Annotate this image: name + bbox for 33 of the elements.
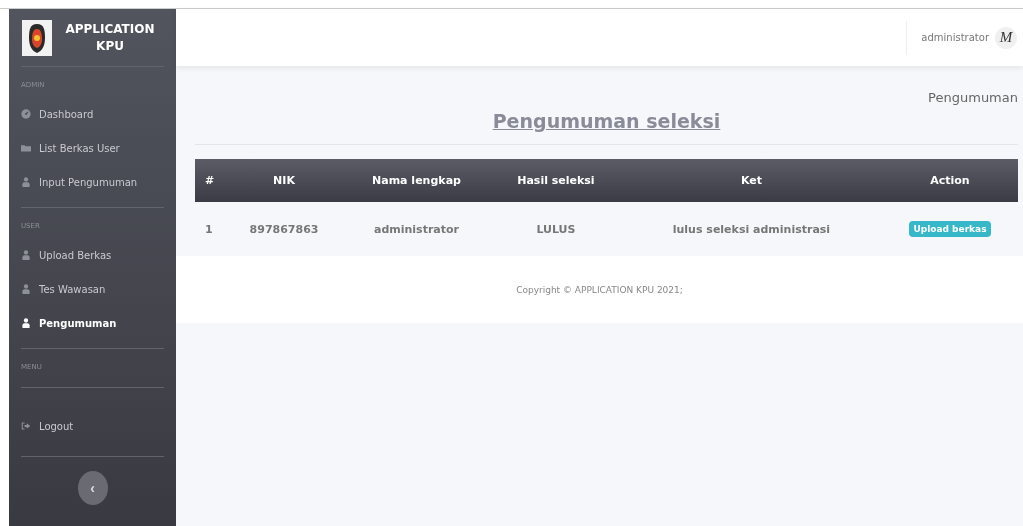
username: administrator [921, 32, 989, 43]
table-cell: administrator [342, 202, 491, 256]
sign-out-icon [21, 421, 31, 431]
column-header: Ket [620, 159, 882, 202]
page-title: Pengumuman seleksi [195, 110, 1018, 145]
collapse-button[interactable]: ‹ [77, 471, 108, 505]
user-icon [21, 284, 31, 294]
breadcrumb: Pengumuman [927, 90, 1018, 105]
user-icon [21, 318, 31, 328]
copyright-text: Copyright © APPLICATION KPU 2021; [516, 284, 683, 295]
table-cell: lulus seleksi administrasi [620, 202, 882, 256]
emblem-logo-icon [22, 19, 52, 56]
sidebar-item[interactable]: Dashboard [21, 97, 164, 131]
gauge-icon [21, 109, 31, 119]
logout-link[interactable]: Logout [21, 396, 164, 457]
sidebar-item[interactable]: Upload Berkas [21, 238, 164, 272]
folder-icon [21, 143, 31, 153]
sidebar-item[interactable]: Pengumuman [21, 306, 164, 340]
column-header: NIK [226, 159, 343, 202]
user-icon [21, 177, 31, 187]
sidebar-item[interactable]: Tes Wawasan [21, 272, 164, 306]
column-header: # [195, 159, 226, 202]
table-cell: LULUS [490, 202, 621, 256]
avatar[interactable]: M [995, 26, 1017, 49]
sidebar-item[interactable]: List Berkas User [21, 131, 164, 165]
column-header: Hasil seleksi [490, 159, 621, 202]
user-icon [21, 250, 31, 260]
column-header: Nama lengkap [342, 159, 491, 202]
table-cell: 1 [195, 202, 226, 256]
app-title: APPLICATION KPU [64, 20, 156, 55]
table-cell: 897867863 [226, 202, 343, 256]
sidebar-item[interactable]: Input Pengumuman [21, 165, 164, 199]
column-header: Action [881, 159, 1018, 202]
